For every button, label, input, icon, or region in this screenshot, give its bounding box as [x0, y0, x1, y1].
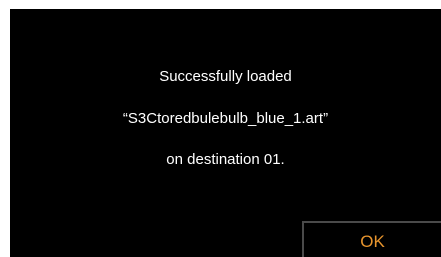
ok-button[interactable]: OK	[302, 221, 441, 257]
load-success-dialog: Successfully loaded “S3Ctoredbulebulb_bl…	[10, 9, 441, 257]
message-line-1: Successfully loaded	[159, 68, 292, 85]
loaded-file-name: “S3Ctoredbulebulb_blue_1.art”	[122, 110, 329, 127]
message-line-3: on destination 01.	[166, 151, 285, 168]
